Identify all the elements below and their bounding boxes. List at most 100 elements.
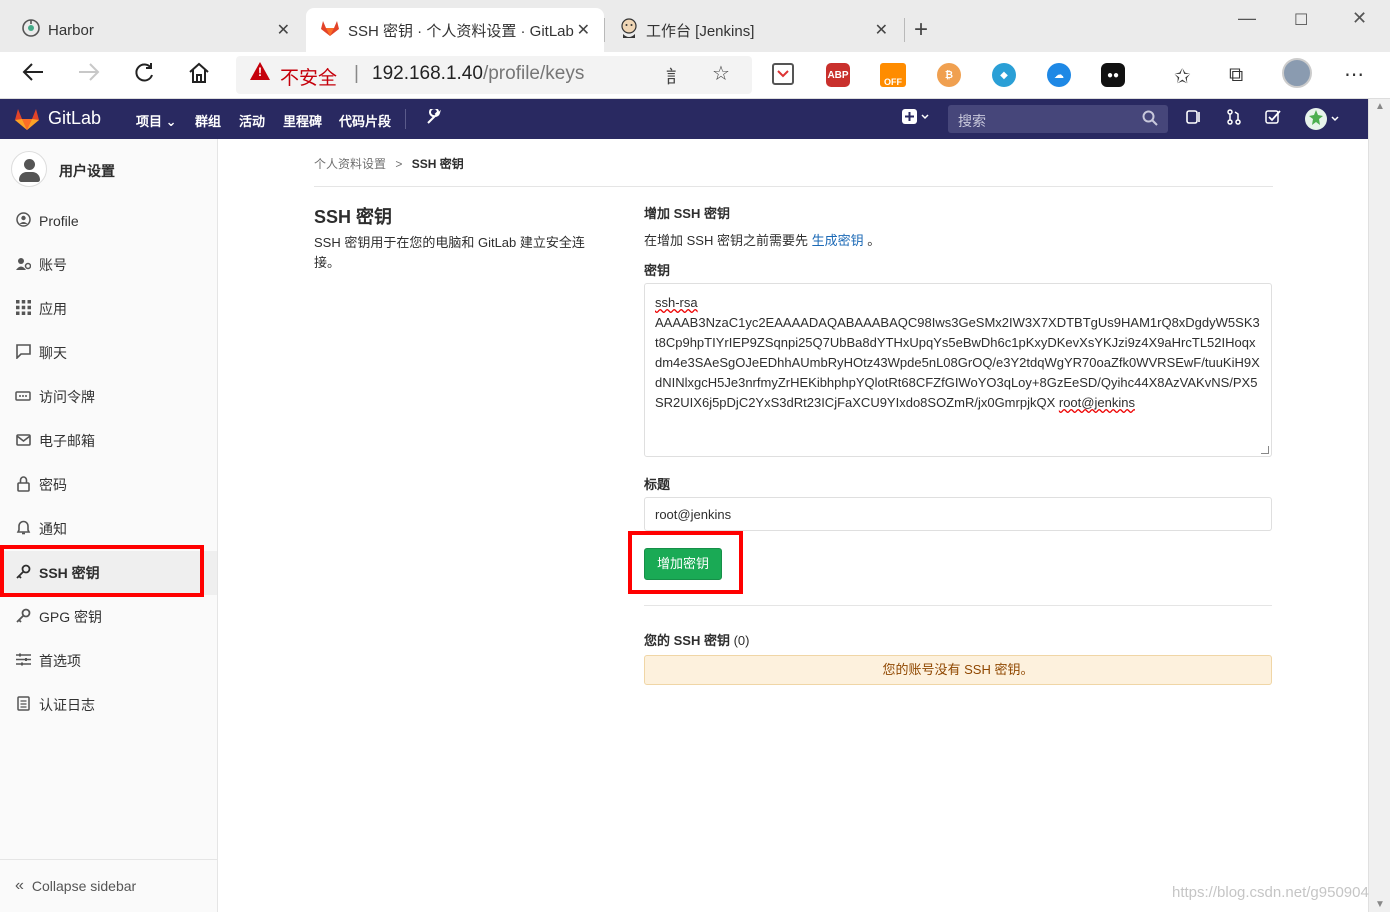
search-icon[interactable] [1142,110,1158,131]
empty-keys-notice: 您的账号没有 SSH 密钥。 [644,655,1272,685]
extension-off-icon[interactable]: OFF [880,63,906,87]
nav-snippets[interactable]: 代码片段 [339,111,391,130]
jenkins-icon [620,18,638,42]
breadcrumb-parent[interactable]: 个人资料设置 [314,157,386,171]
not-secure-label[interactable]: 不安全 [280,63,337,90]
breadcrumb-separator: > [395,157,403,171]
adblock-icon[interactable]: ABP [826,63,850,87]
sidebar-title[interactable]: 用户设置 [59,161,115,181]
todo-icon[interactable] [1265,109,1281,130]
sidebar-item-preferences[interactable]: 首选项 [0,639,217,683]
generate-key-link[interactable]: 生成密钥 [812,233,864,248]
sidebar-item-applications[interactable]: 应用 [0,287,217,331]
your-keys-label: 您的 SSH 密钥 [644,633,730,648]
sidebar-item-label: GPG 密钥 [39,609,103,625]
apps-icon [15,300,31,318]
nav-groups[interactable]: 群组 [195,111,221,130]
sidebar-item-chat[interactable]: 聊天 [0,331,217,375]
plus-dropdown-icon[interactable] [902,109,932,130]
merge-request-icon[interactable] [1226,109,1242,130]
window-close-icon[interactable]: ✕ [1352,8,1367,29]
profile-avatar[interactable] [1282,58,1312,88]
back-icon[interactable] [22,62,44,88]
sidebar-item-access-tokens[interactable]: 访问令牌 [0,375,217,419]
address-separator: | [354,63,359,84]
minimize-icon[interactable]: — [1238,8,1256,29]
page-title: SSH 密钥 [314,207,393,227]
sidebar-item-profile[interactable]: Profile [0,199,217,243]
nav-activity[interactable]: 活动 [239,111,265,130]
hint-text-end: 。 [863,233,881,248]
new-tab-icon[interactable]: + [914,16,928,44]
lock-icon [15,475,31,495]
collections-icon[interactable]: ⧉ [1229,64,1243,87]
gitlab-icon [320,19,340,41]
extension-mask-icon[interactable]: ●● [1101,63,1125,87]
preferences-icon [15,653,31,669]
nav-projects[interactable]: 项目 ⌄ [136,111,177,130]
tab-jenkins[interactable]: 工作台 [Jenkins] ✕ [606,8,902,52]
favorites-icon[interactable]: ✩ [1174,64,1191,89]
extension-pocket-icon[interactable] [772,63,794,85]
close-icon[interactable]: ✕ [875,20,888,40]
add-key-highlight-box [628,531,743,594]
tab-separator [904,18,905,42]
nav-milestones[interactable]: 里程碑 [283,111,322,130]
sidebar-item-emails[interactable]: 电子邮箱 [0,419,217,463]
wrench-icon[interactable] [426,107,442,130]
more-icon[interactable]: ⋯ [1344,62,1364,87]
extension-off-label: OFF [884,77,902,87]
chevron-down-icon: ⌄ [165,114,177,129]
resize-handle-icon[interactable] [1261,446,1269,454]
user-avatar-icon[interactable] [1304,107,1342,136]
gitlab-brand[interactable]: GitLab [48,108,101,129]
key-textarea[interactable]: ssh-rsa AAAAB3NzaC1yc2EAAAADAQABAAABAQC9… [644,283,1272,457]
favorite-star-icon[interactable]: ☆ [712,61,730,86]
refresh-icon[interactable] [133,62,155,90]
title-input[interactable]: root@jenkins [644,497,1272,531]
sidebar-item-label: 聊天 [39,345,67,361]
log-icon [15,696,31,714]
gitlab-logo-icon[interactable] [14,107,40,136]
page-scrollbar[interactable]: ▲ ▼ [1368,99,1390,912]
close-icon[interactable]: ✕ [277,20,290,40]
extension-shield-icon[interactable]: ◆ [992,63,1016,87]
address-bar[interactable]: 不安全 | 192.168.1.40/profile/keys 訁 ☆ [236,56,752,94]
url-host: 192.168.1.40 [372,63,483,84]
adblock-label: ABP [827,69,849,81]
sidebar-item-account[interactable]: 账号 [0,243,217,287]
close-icon[interactable]: ✕ [577,20,590,40]
home-icon[interactable] [188,62,210,90]
issues-icon[interactable] [1186,109,1202,130]
forward-icon[interactable] [78,62,100,88]
scroll-down-icon[interactable]: ▼ [1375,899,1385,910]
maximize-icon[interactable]: ☐ [1294,10,1308,30]
key-body-text: AAAAB3NzaC1yc2EAAAADAQABAAABAQC98Iws3GeS… [655,315,1260,410]
breadcrumb-current[interactable]: SSH 密钥 [412,157,464,171]
search-input[interactable]: 搜索 [958,111,986,131]
sidebar-item-gpg-keys[interactable]: GPG 密钥 [0,595,217,639]
search-box[interactable]: 搜索 [948,105,1168,133]
double-chevron-left-icon: « [15,877,24,894]
scroll-up-icon[interactable]: ▲ [1375,101,1385,112]
tab-gitlab-ssh-keys[interactable]: SSH 密钥 · 个人资料设置 · GitLab ✕ [306,8,604,52]
tab-title: 工作台 [Jenkins] [646,22,755,40]
browser-tab-strip: Harbor ✕ SSH 密钥 · 个人资料设置 · GitLab ✕ 工作台 … [0,0,1390,52]
tab-harbor[interactable]: Harbor ✕ [8,8,304,52]
collapse-sidebar-label: Collapse sidebar [31,878,137,894]
sidebar-item-password[interactable]: 密码 [0,463,217,507]
account-icon [15,256,31,274]
extension-coin-icon[interactable]: ₿ [937,63,961,87]
sidebar-item-audit-log[interactable]: 认证日志 [0,683,217,727]
url-text[interactable]: 192.168.1.40/profile/keys [372,63,584,85]
hint-text: 在增加 SSH 密钥之前需要先 [644,233,812,248]
sidebar-item-label: 认证日志 [39,697,95,713]
bell-icon [15,520,31,538]
your-ssh-keys-heading: 您的 SSH 密钥 (0) [644,630,749,649]
translate-icon[interactable]: 訁 [666,63,684,89]
tab-separator [604,18,605,42]
token-icon [15,389,31,405]
chat-icon [15,344,31,362]
extension-cloud-icon[interactable]: ☁ [1047,63,1071,87]
collapse-sidebar-button[interactable]: « Collapse sidebar [0,859,217,912]
